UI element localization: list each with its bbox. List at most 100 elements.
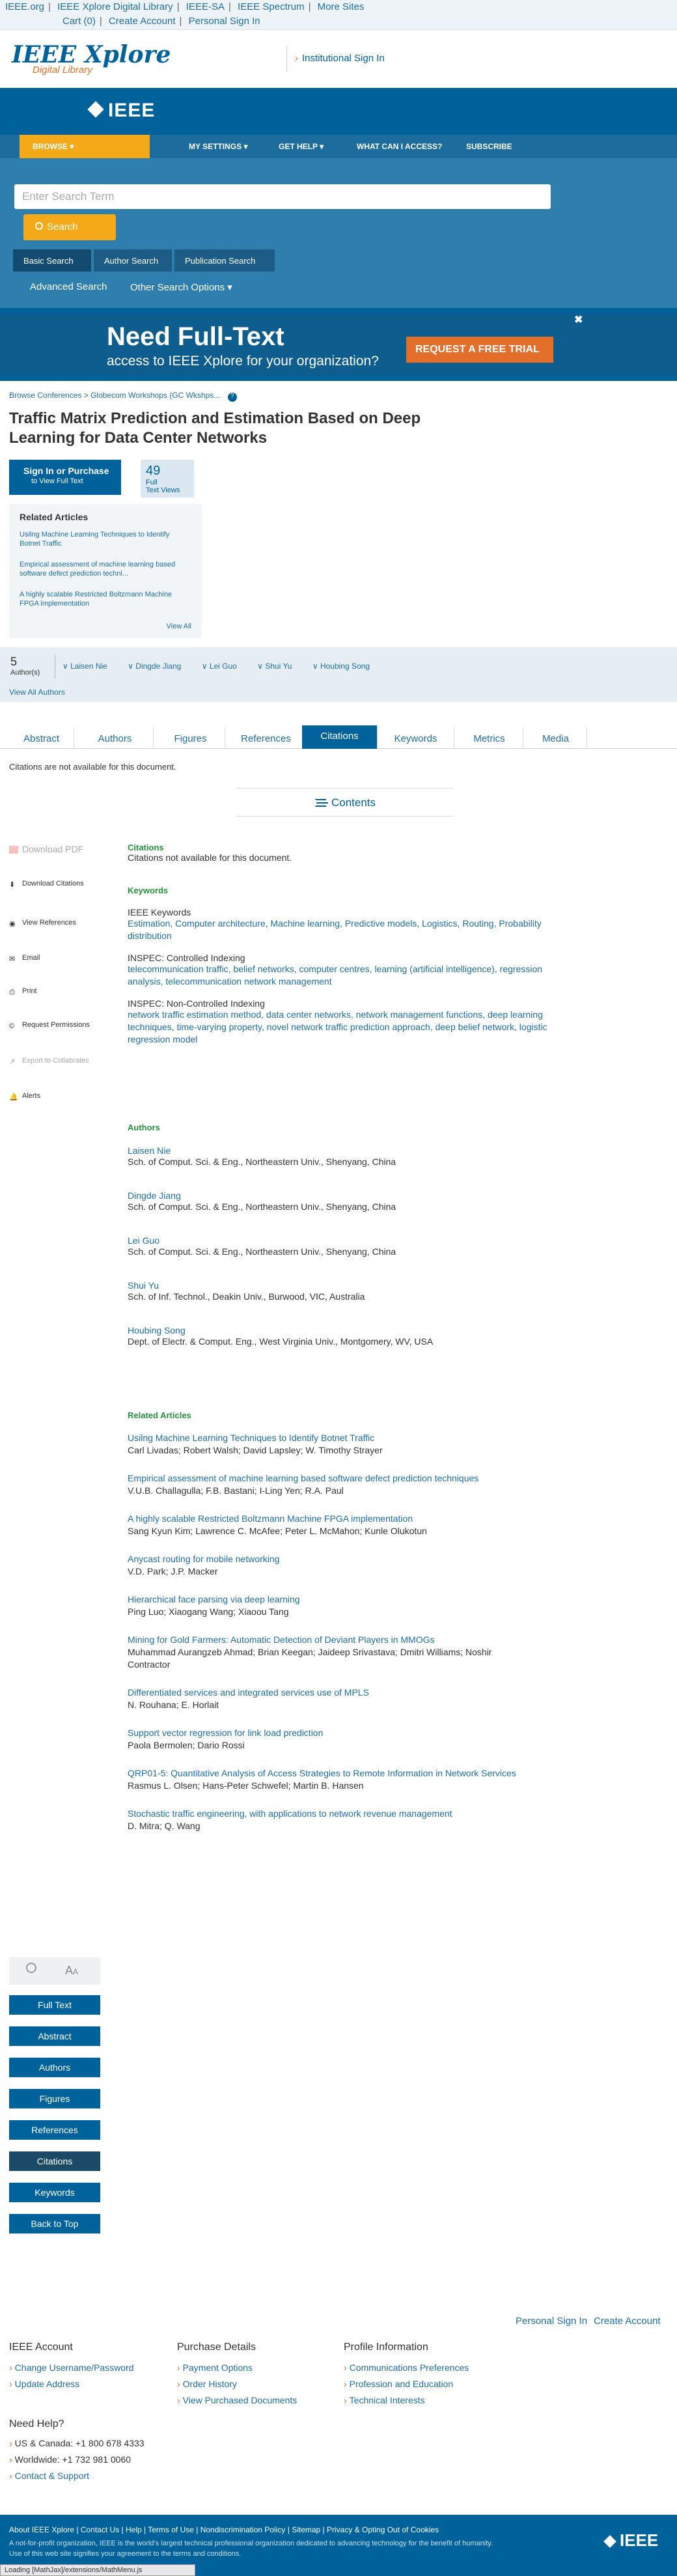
author-name-link[interactable]: Lei Guo (128, 1235, 440, 1246)
author-name-link[interactable]: Houbing Song (128, 1325, 434, 1336)
footer-link[interactable]: › Update Address (9, 2379, 134, 2389)
footer-personal-signin[interactable]: Personal Sign In (516, 2316, 587, 2327)
help-icon[interactable]: ? (227, 393, 237, 402)
footer-link[interactable]: › Order History (177, 2379, 297, 2389)
related-title-link[interactable]: Anycast routing for mobile networking (128, 1553, 531, 1565)
ieee-sa-link[interactable]: IEEE-SA (186, 1, 225, 12)
footer-link[interactable]: › View Purchased Documents (177, 2395, 297, 2405)
nav-keywords[interactable]: Keywords (9, 2183, 100, 2202)
more-sites-link[interactable]: More Sites (318, 1, 365, 12)
related-title-link[interactable]: Support vector regression for link load … (128, 1727, 531, 1739)
institutional-signin-button[interactable]: › Institutional Sign In (286, 46, 417, 72)
personal-signin-link[interactable]: Personal Sign In (189, 16, 260, 27)
nav-get-help[interactable]: GET HELP ▾ (279, 142, 324, 151)
footer-link[interactable]: › Payment Options (177, 2362, 297, 2373)
related-authors: D. Mitra; Q. Wang (128, 1821, 200, 1831)
related-title-link[interactable]: A highly scalable Restricted Boltzmann M… (128, 1513, 531, 1525)
author-name-link[interactable]: Shui Yu (128, 1280, 440, 1291)
related-title-link[interactable]: Usilng Machine Learning Techniques to Id… (128, 1432, 531, 1444)
tab-basic-search[interactable]: Basic Search (13, 249, 91, 272)
nav-what-can-i-access[interactable]: WHAT CAN I ACCESS? (357, 142, 442, 151)
download-pdf-button[interactable]: Download PDF (9, 844, 83, 854)
tab-metrics[interactable]: Metrics (456, 728, 523, 749)
related-box-item[interactable]: Usilng Machine Learning Techniques to Id… (20, 530, 176, 548)
tab-references[interactable]: References (228, 728, 305, 749)
related-box-item[interactable]: A highly scalable Restricted Boltzmann M… (20, 590, 176, 608)
nav-full-text[interactable]: Full Text (9, 1995, 100, 2015)
related-authors: N. Rouhana; E. Horlait (128, 1700, 219, 1710)
nav-figures[interactable]: Figures (9, 2089, 100, 2108)
signin-purchase-button[interactable]: Sign In or Purchase to View Full Text (9, 460, 121, 495)
export-collabratec-button[interactable]: ↗ Export to Collabratec (9, 1056, 89, 1066)
ieee-logo[interactable]: IEEE (87, 100, 155, 122)
free-trial-button[interactable]: REQUEST A FREE TRIAL (406, 337, 553, 363)
ieee-spectrum-link[interactable]: IEEE Spectrum (238, 1, 305, 12)
breadcrumb-browse-conferences[interactable]: Browse Conferences (9, 391, 81, 400)
nav-references[interactable]: References (9, 2120, 100, 2140)
create-account-link[interactable]: Create Account (109, 16, 176, 27)
tab-publication-search[interactable]: Publication Search (174, 249, 275, 272)
contents-toggle[interactable]: Contents (237, 788, 453, 817)
author-link[interactable]: ∨ Shui Yu (257, 662, 301, 671)
tab-media[interactable]: Media (525, 728, 587, 749)
tab-figures[interactable]: Figures (156, 728, 225, 749)
related-title-link[interactable]: Stochastic traffic engineering, with app… (128, 1808, 531, 1820)
related-view-all-link[interactable]: View All (167, 623, 191, 630)
keyword-list[interactable]: telecommunication traffic, belief networ… (128, 963, 557, 988)
author-name-link[interactable]: Dingde Jiang (128, 1190, 440, 1201)
tab-keywords[interactable]: Keywords (378, 728, 454, 749)
keyword-list[interactable]: network traffic estimation method, data … (128, 1009, 557, 1046)
nav-abstract[interactable]: Abstract (9, 2026, 100, 2046)
search-button[interactable]: Search (23, 214, 116, 240)
search-icon[interactable] (26, 1963, 36, 1973)
print-button[interactable]: ⎙ Print (9, 987, 37, 996)
footer-link[interactable]: › Profession and Education (344, 2379, 469, 2389)
browse-menu[interactable]: BROWSE ▾ (20, 135, 150, 158)
keyword-list[interactable]: Estimation, Computer architecture, Machi… (128, 917, 557, 942)
author-link[interactable]: ∨ Lei Guo (202, 662, 246, 671)
ieee-org-link[interactable]: IEEE.org (5, 1, 44, 12)
nav-citations[interactable]: Citations (9, 2151, 100, 2171)
view-references-button[interactable]: ◉ View References (9, 918, 76, 928)
author-name-link[interactable]: Laisen Nie (128, 1145, 440, 1156)
footer-link[interactable]: › Change Username/Password (9, 2362, 134, 2373)
related-title-link[interactable]: Hierarchical face parsing via deep learn… (128, 1593, 531, 1606)
tab-author-search[interactable]: Author Search (94, 249, 172, 272)
view-all-authors-link[interactable]: View All Authors (9, 688, 65, 697)
nav-back-to-top[interactable]: Back to Top (9, 2214, 100, 2233)
font-size-icon[interactable]: AA (65, 1964, 78, 1978)
download-citations-button[interactable]: ⬇ Download Citations (9, 879, 84, 889)
other-search-options[interactable]: Other Search Options ▾ (130, 281, 232, 293)
footer-ieee-logo[interactable]: IEEE (603, 2530, 658, 2551)
author-link[interactable]: ∨ Laisen Nie (62, 662, 117, 671)
search-icon (35, 222, 43, 230)
close-icon[interactable]: ✖ (574, 313, 583, 326)
footer-nav[interactable]: About IEEE Xplore | Contact Us | Help | … (9, 2525, 439, 2534)
related-title-link[interactable]: Mining for Gold Farmers: Automatic Detec… (128, 1634, 531, 1646)
nav-my-settings[interactable]: MY SETTINGS ▾ (189, 142, 247, 151)
contact-support-link[interactable]: › Contact & Support (9, 2471, 145, 2481)
tab-abstract[interactable]: Abstract (9, 728, 74, 749)
request-permissions-button[interactable]: © Request Permissions (9, 1021, 90, 1030)
nav-authors[interactable]: Authors (9, 2058, 100, 2077)
alerts-button[interactable]: 🔔 Alerts (9, 1091, 40, 1101)
footer-link[interactable]: › Communications Preferences (344, 2362, 469, 2373)
related-title-link[interactable]: Differentiated services and integrated s… (128, 1687, 531, 1699)
footer-link[interactable]: › Technical Interests (344, 2395, 469, 2405)
ieee-header: IEEE (0, 88, 677, 135)
search-input[interactable]: Enter Search Term (14, 184, 551, 209)
cart-link[interactable]: Cart (0) (62, 16, 96, 27)
author-link[interactable]: ∨ Dingde Jiang (128, 662, 190, 671)
breadcrumb-globecom[interactable]: Globecom Workshops (GC Wkshps... (90, 391, 220, 400)
advanced-search-link[interactable]: Advanced Search (30, 281, 107, 292)
related-box-item[interactable]: Empirical assessment of machine learning… (20, 560, 176, 578)
related-title-link[interactable]: Empirical assessment of machine learning… (128, 1472, 531, 1485)
nav-subscribe[interactable]: SUBSCRIBE (466, 142, 512, 151)
xplore-link[interactable]: IEEE Xplore Digital Library (57, 1, 173, 12)
email-button[interactable]: ✉ Email (9, 953, 40, 963)
tab-citations[interactable]: Citations (302, 725, 378, 749)
tab-authors[interactable]: Authors (77, 728, 154, 749)
footer-create-account[interactable]: Create Account (594, 2316, 661, 2327)
author-link[interactable]: ∨ Houbing Song (312, 662, 379, 671)
related-title-link[interactable]: QRP01-5: Quantitative Analysis of Access… (128, 1767, 531, 1780)
